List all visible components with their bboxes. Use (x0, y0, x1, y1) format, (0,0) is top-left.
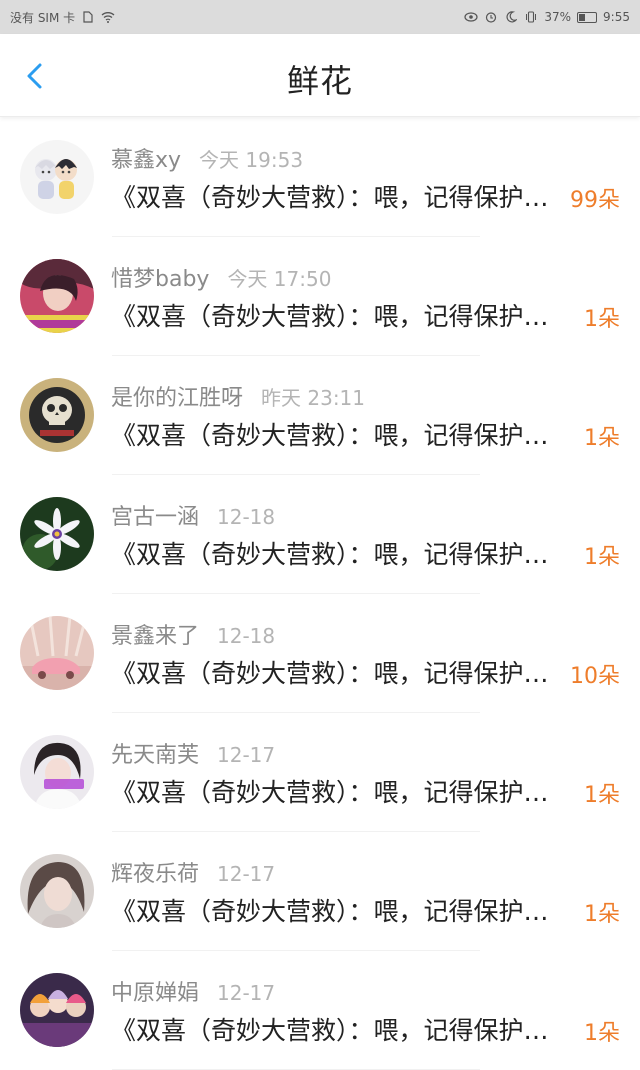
status-bar-right: 37% 9:55 (464, 10, 630, 24)
message-preview: 《双喜（奇妙大营救）：喂，记得保护好自己 (111, 540, 571, 569)
timestamp: 12-17 (217, 981, 276, 1005)
skull-logo-avatar[interactable] (20, 378, 94, 452)
item-meta: 辉夜乐荷 12-17 (111, 856, 275, 888)
item-meta: 中原婵娟 12-17 (111, 975, 275, 1007)
message-preview: 《双喜（奇妙大营救）：喂，记得保护好自己 (111, 659, 571, 688)
flower-count: 1朵 (584, 783, 620, 808)
timestamp: 昨天 23:11 (261, 386, 366, 410)
item-meta: 先天南芙 12-17 (111, 737, 275, 769)
flower-count: 1朵 (584, 545, 620, 570)
message-preview: 《双喜（奇妙大营救）：喂，记得保护好自己 (111, 897, 571, 926)
message-preview: 《双喜（奇妙大营救）：喂，记得保护好自己 (111, 421, 571, 450)
girl-photo-avatar[interactable] (20, 259, 94, 333)
list-item[interactable]: 宫古一涵 12-18 《双喜（奇妙大营救）：喂，记得保护好自己 1朵 (0, 475, 640, 594)
sender-name[interactable]: 宫古一涵 (111, 499, 199, 531)
list-item[interactable]: 景鑫来了 12-18 《双喜（奇妙大营救）：喂，记得保护好自己 10朵 (0, 594, 640, 713)
sender-name[interactable]: 景鑫来了 (111, 618, 199, 650)
vibrate-icon (524, 10, 538, 24)
timestamp: 今天 19:53 (199, 148, 304, 172)
flower-list: 慕鑫xy 今天 19:53 《双喜（奇妙大营救）：喂，记得保护好自己 99朵 惜… (0, 118, 640, 1070)
flower-avatar[interactable] (20, 497, 94, 571)
app-header: 鲜花 (0, 34, 640, 117)
sender-name[interactable]: 慕鑫xy (111, 142, 181, 174)
message-preview: 《双喜（奇妙大营救）：喂，记得保护好自己 (111, 778, 571, 807)
message-preview: 《双喜（奇妙大营救）：喂，记得保护好自己 (111, 1016, 571, 1045)
list-item[interactable]: 中原婵娟 12-17 《双喜（奇妙大营救）：喂，记得保护好自己 1朵 (0, 951, 640, 1070)
flower-count: 99朵 (570, 188, 620, 213)
alarm-icon (484, 10, 498, 24)
item-meta: 景鑫来了 12-18 (111, 618, 275, 650)
girl-portrait-avatar[interactable] (20, 854, 94, 928)
sender-name[interactable]: 是你的江胜呀 (111, 380, 243, 412)
list-item[interactable]: 慕鑫xy 今天 19:53 《双喜（奇妙大营救）：喂，记得保护好自己 99朵 (0, 118, 640, 237)
item-meta: 惜梦baby 今天 17:50 (111, 261, 331, 293)
list-item[interactable]: 是你的江胜呀 昨天 23:11 《双喜（奇妙大营救）：喂，记得保护好自己 1朵 (0, 356, 640, 475)
page-title: 鲜花 (286, 62, 353, 100)
list-item[interactable]: 辉夜乐荷 12-17 《双喜（奇妙大营救）：喂，记得保护好自己 1朵 (0, 832, 640, 951)
timestamp: 12-17 (217, 862, 276, 886)
clock-time: 9:55 (603, 10, 630, 24)
list-item[interactable]: 先天南芙 12-17 《双喜（奇妙大营救）：喂，记得保护好自己 1朵 (0, 713, 640, 832)
battery-percent: 37% (544, 10, 572, 24)
item-meta: 宫古一涵 12-18 (111, 499, 275, 531)
message-preview: 《双喜（奇妙大营救）：喂，记得保护好自己 (111, 302, 571, 331)
sender-name[interactable]: 中原婵娟 (111, 975, 199, 1007)
sim-card-icon (81, 10, 95, 24)
sender-name[interactable]: 辉夜乐荷 (111, 856, 199, 888)
sender-name[interactable]: 先天南芙 (111, 737, 199, 769)
anime-couple-avatar[interactable] (20, 140, 94, 214)
flower-count: 1朵 (584, 426, 620, 451)
timestamp: 12-18 (217, 505, 276, 529)
battery-icon (577, 11, 598, 23)
timestamp: 今天 17:50 (227, 267, 332, 291)
item-meta: 是你的江胜呀 昨天 23:11 (111, 380, 365, 412)
item-meta: 慕鑫xy 今天 19:53 (111, 142, 303, 174)
status-bar: 没有 SIM 卡 37% 9:55 (0, 0, 640, 34)
sender-name[interactable]: 惜梦baby (111, 261, 209, 293)
flower-count: 1朵 (584, 307, 620, 332)
moon-icon (504, 10, 518, 24)
flower-count: 1朵 (584, 1021, 620, 1046)
pink-car-avatar[interactable] (20, 616, 94, 690)
flower-count: 1朵 (584, 902, 620, 927)
list-item[interactable]: 惜梦baby 今天 17:50 《双喜（奇妙大营救）：喂，记得保护好自己 1朵 (0, 237, 640, 356)
carrier-text: 没有 SIM 卡 (10, 10, 76, 25)
timestamp: 12-17 (217, 743, 276, 767)
status-bar-left: 没有 SIM 卡 (10, 9, 115, 26)
timestamp: 12-18 (217, 624, 276, 648)
group-photo-avatar[interactable] (20, 973, 94, 1047)
wifi-icon (101, 10, 115, 24)
softy-girl-avatar[interactable] (20, 735, 94, 809)
message-preview: 《双喜（奇妙大营救）：喂，记得保护好自己 (111, 183, 571, 212)
flower-count: 10朵 (570, 664, 620, 689)
eye-icon (464, 10, 478, 24)
